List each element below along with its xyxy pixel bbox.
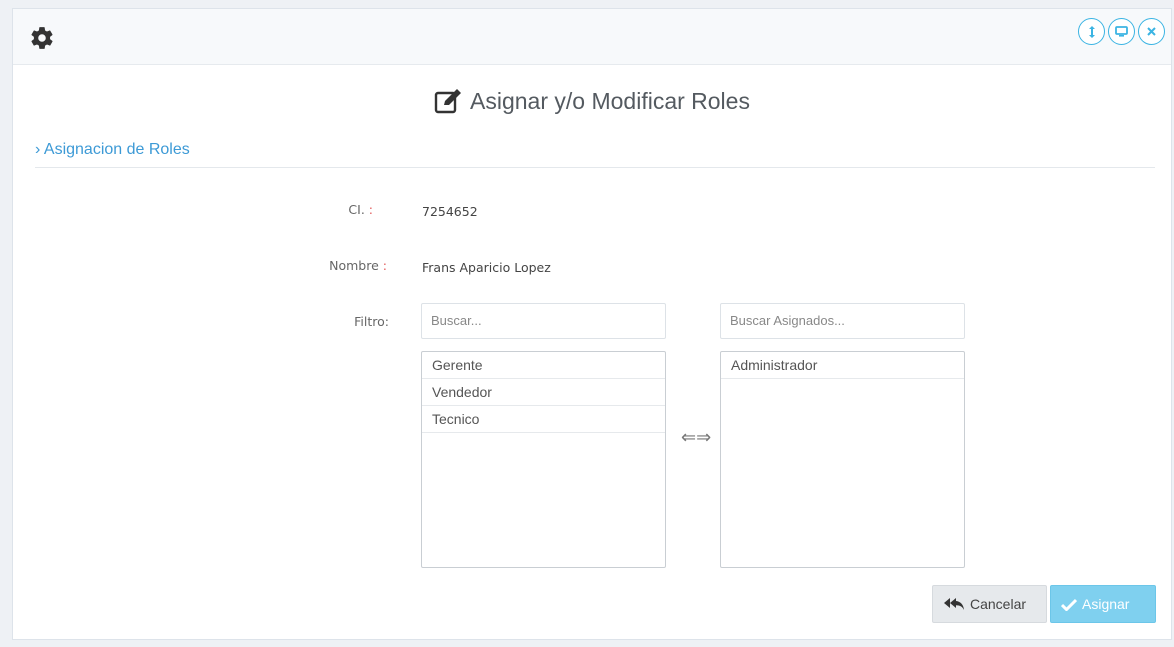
section-heading: › Asignacion de Roles xyxy=(35,141,190,158)
search-available-input[interactable]: Buscar... xyxy=(421,303,666,339)
cancel-button[interactable]: Cancelar xyxy=(932,585,1047,623)
search-assigned-input[interactable]: Buscar Asignados... xyxy=(720,303,965,339)
panel-header xyxy=(13,9,1171,65)
list-item[interactable]: Vendedor xyxy=(422,379,665,406)
ci-value: 7254652 xyxy=(422,204,478,219)
collapse-button[interactable] xyxy=(1078,18,1105,45)
assigned-roles-list[interactable]: Administrador xyxy=(720,351,965,568)
check-icon xyxy=(1061,598,1077,611)
close-button[interactable] xyxy=(1138,18,1165,45)
nombre-value: Frans Aparicio Lopez xyxy=(422,260,551,275)
ci-label: CI. : xyxy=(253,202,373,217)
close-icon xyxy=(1147,27,1156,36)
swap-arrows-icon: ⇐⇒ xyxy=(681,427,712,448)
edit-icon xyxy=(434,89,462,114)
reply-all-icon xyxy=(944,598,964,610)
page-title: Asignar y/o Modificar Roles xyxy=(13,87,1171,121)
section-divider xyxy=(35,167,1155,168)
assign-button[interactable]: Asignar xyxy=(1050,585,1156,623)
ci-label-text: CI. xyxy=(348,202,365,217)
resize-vertical-icon xyxy=(1088,25,1095,38)
nombre-label-colon: : xyxy=(382,258,387,273)
header-buttons xyxy=(1078,18,1165,45)
fullscreen-button[interactable] xyxy=(1108,18,1135,45)
cancel-label: Cancelar xyxy=(970,596,1027,612)
available-roles-list[interactable]: Gerente Vendedor Tecnico xyxy=(421,351,666,568)
list-item[interactable]: Tecnico xyxy=(422,406,665,433)
page-title-text: Asignar y/o Modificar Roles xyxy=(470,87,750,114)
filtro-label: Filtro: xyxy=(354,314,389,329)
nombre-label: Nombre : xyxy=(267,258,387,273)
list-item[interactable]: Gerente xyxy=(422,352,665,379)
ci-label-colon: : xyxy=(368,202,373,217)
monitor-icon xyxy=(1115,26,1128,37)
assign-label: Asignar xyxy=(1082,596,1130,612)
gear-icon xyxy=(31,27,53,49)
modal-panel: Asignar y/o Modificar Roles › Asignacion… xyxy=(12,8,1172,640)
nombre-label-text: Nombre xyxy=(329,258,379,273)
list-item[interactable]: Administrador xyxy=(721,352,964,379)
